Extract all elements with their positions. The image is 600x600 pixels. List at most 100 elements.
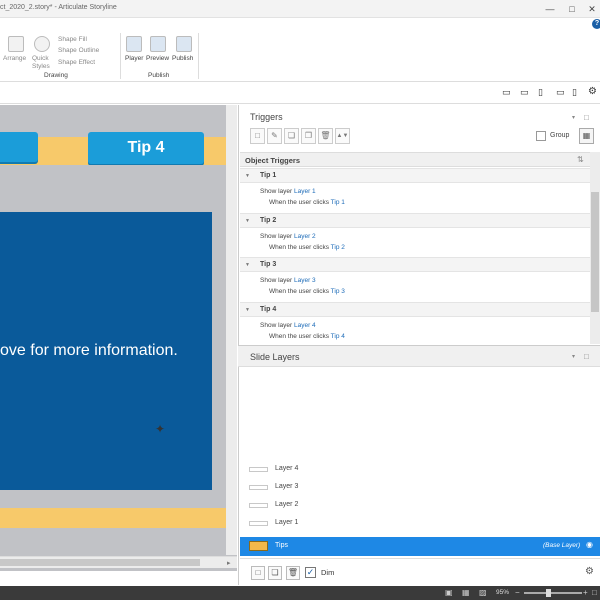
trigger-condition-text: When the user clicks <box>269 199 331 206</box>
move-trigger-icon[interactable]: ▲▼ <box>335 128 350 144</box>
minimize-icon[interactable]: — <box>544 3 556 15</box>
layer-row[interactable]: Layer 1 <box>240 515 600 533</box>
player-button[interactable]: Player <box>125 55 143 62</box>
trigger-action[interactable]: Show layer Layer 3 <box>260 277 316 284</box>
delete-layer-icon[interactable]: 🗑 <box>286 566 300 580</box>
collapse-icon[interactable]: ⇅ <box>577 155 584 164</box>
preview-view-icon[interactable]: ▨ <box>479 588 487 597</box>
arrange-icon[interactable] <box>8 36 24 52</box>
trigger-condition-link[interactable]: Tip 4 <box>331 333 345 340</box>
layer-settings-icon[interactable]: ⚙ <box>583 565 596 578</box>
publish-group-label: Publish <box>148 72 170 79</box>
scrollbar-thumb[interactable] <box>591 192 599 312</box>
trigger-action[interactable]: Show layer Layer 2 <box>260 233 316 240</box>
trigger-condition[interactable]: When the user clicks Tip 1 <box>269 199 345 206</box>
trigger-group-title[interactable]: ▼ Tip 2 <box>240 212 590 228</box>
player-icon[interactable] <box>126 36 142 52</box>
trigger-group-title[interactable]: ▼ Tip 1 <box>240 168 590 183</box>
zoom-in-icon[interactable]: + <box>583 588 588 597</box>
triggers-scrollbar[interactable] <box>590 152 600 344</box>
trigger-condition[interactable]: When the user clicks Tip 2 <box>269 244 345 251</box>
stage-horizontal-scrollbar[interactable] <box>0 556 237 568</box>
desktop-icon[interactable]: ▭ <box>502 88 511 97</box>
panel-menu-icon[interactable]: ▾ <box>572 114 575 121</box>
trigger-group-title[interactable]: ▼ Tip 4 <box>240 301 590 317</box>
trigger-condition-link[interactable]: Tip 3 <box>331 288 345 295</box>
trigger-group: ▼ Tip 3 Show layer Layer 3 When the user… <box>240 257 590 302</box>
scrollbar-thumb[interactable] <box>0 559 200 566</box>
layer-name: Layer 4 <box>275 465 299 472</box>
zoom-slider-thumb[interactable] <box>546 589 551 597</box>
scroll-right-icon[interactable]: ▸ <box>227 559 231 567</box>
preview-icon[interactable] <box>150 36 166 52</box>
trigger-group-title[interactable]: ▼ Tip 3 <box>240 257 590 272</box>
trigger-action[interactable]: Show layer Layer 1 <box>260 188 316 195</box>
trigger-target-link[interactable]: Layer 1 <box>294 188 316 195</box>
collapse-triangle-icon[interactable]: ▼ <box>245 262 250 268</box>
group-checkbox[interactable] <box>536 131 546 141</box>
trigger-group: ▼ Tip 1 Show layer Layer 1 When the user… <box>240 168 590 213</box>
help-button[interactable]: ? <box>592 19 600 29</box>
publish-button[interactable]: Publish <box>172 55 193 62</box>
tablet-landscape-icon[interactable]: ▭ <box>520 88 529 97</box>
base-layer-row[interactable]: Tips (Base Layer) ◉ <box>240 537 600 556</box>
collapse-triangle-icon[interactable]: ▼ <box>245 218 250 224</box>
new-layer-icon[interactable]: □ <box>251 566 265 580</box>
trigger-target-link[interactable]: Layer 2 <box>294 233 316 240</box>
copy-trigger-icon[interactable]: ❏ <box>284 128 299 144</box>
gear-icon[interactable]: ⚙ <box>588 87 597 97</box>
normal-view-icon[interactable]: ▣ <box>445 588 453 597</box>
phone-landscape-icon[interactable]: ▭ <box>556 88 565 97</box>
close-icon[interactable]: ✕ <box>586 3 598 15</box>
collapse-triangle-icon[interactable]: ▼ <box>245 307 250 313</box>
eye-icon[interactable]: ◉ <box>586 540 593 549</box>
trigger-group-name: Tip 3 <box>260 261 277 268</box>
preview-button[interactable]: Preview <box>146 55 169 62</box>
ribbon-separator <box>198 33 199 79</box>
publish-icon[interactable] <box>176 36 192 52</box>
maximize-icon[interactable]: □ <box>566 3 578 15</box>
trigger-action-text: Show layer <box>260 277 294 284</box>
trigger-target-link[interactable]: Layer 3 <box>294 277 316 284</box>
trigger-condition[interactable]: When the user clicks Tip 3 <box>269 288 345 295</box>
zoom-slider[interactable] <box>524 592 582 594</box>
fit-window-icon[interactable]: □ <box>592 588 597 597</box>
trigger-condition-link[interactable]: Tip 1 <box>331 199 345 206</box>
dim-checkbox[interactable]: ✓ <box>305 567 316 578</box>
trigger-condition-link[interactable]: Tip 2 <box>331 244 345 251</box>
layer-row[interactable]: Layer 2 <box>240 497 600 515</box>
panel-float-icon[interactable]: □ <box>584 352 589 361</box>
group-calendar-icon[interactable]: ▦ <box>579 128 594 144</box>
trigger-action-text: Show layer <box>260 232 294 240</box>
trigger-target-link[interactable]: Layer 4 <box>294 322 316 329</box>
phone-portrait-icon[interactable]: ▯ <box>572 88 577 97</box>
arrange-button[interactable]: Arrange <box>3 55 26 62</box>
trigger-action[interactable]: Show layer Layer 4 <box>260 322 316 329</box>
duplicate-layer-icon[interactable]: ❏ <box>268 566 282 580</box>
delete-trigger-icon[interactable]: 🗑 <box>318 128 333 144</box>
layer-thumbnail <box>249 521 268 526</box>
collapse-triangle-icon[interactable]: ▼ <box>245 173 250 179</box>
stage-vertical-scrollbar[interactable] <box>226 105 237 555</box>
paste-trigger-icon[interactable]: ❐ <box>301 128 316 144</box>
panel-menu-icon[interactable]: ▾ <box>572 353 575 360</box>
shape-outline-button[interactable]: Shape Outline <box>58 47 99 54</box>
tip-3-button[interactable] <box>0 132 38 162</box>
panel-float-icon[interactable]: □ <box>584 113 589 122</box>
layer-row[interactable]: Layer 3 <box>240 479 600 497</box>
trigger-condition[interactable]: When the user clicks Tip 4 <box>269 333 345 340</box>
shape-effect-button[interactable]: Shape Effect <box>58 59 95 66</box>
quick-styles-icon[interactable] <box>34 36 50 52</box>
fit-view-icon[interactable]: ▦ <box>462 588 470 597</box>
base-layer-name: Tips <box>275 542 288 549</box>
zoom-out-icon[interactable]: − <box>515 588 520 597</box>
quick-styles-button[interactable]: Quick Styles <box>32 55 50 71</box>
layer-row[interactable]: Layer 4 <box>240 461 600 479</box>
layer-name: Layer 3 <box>275 483 299 490</box>
new-trigger-icon[interactable]: □ <box>250 128 265 144</box>
shape-fill-button[interactable]: Shape Fill <box>58 36 87 43</box>
tablet-portrait-icon[interactable]: ▯ <box>538 88 543 97</box>
tip-4-button[interactable]: Tip 4 <box>88 132 204 164</box>
edit-trigger-icon[interactable]: ✎ <box>267 128 282 144</box>
object-triggers-header[interactable]: Object Triggers ⇅ <box>240 152 590 167</box>
